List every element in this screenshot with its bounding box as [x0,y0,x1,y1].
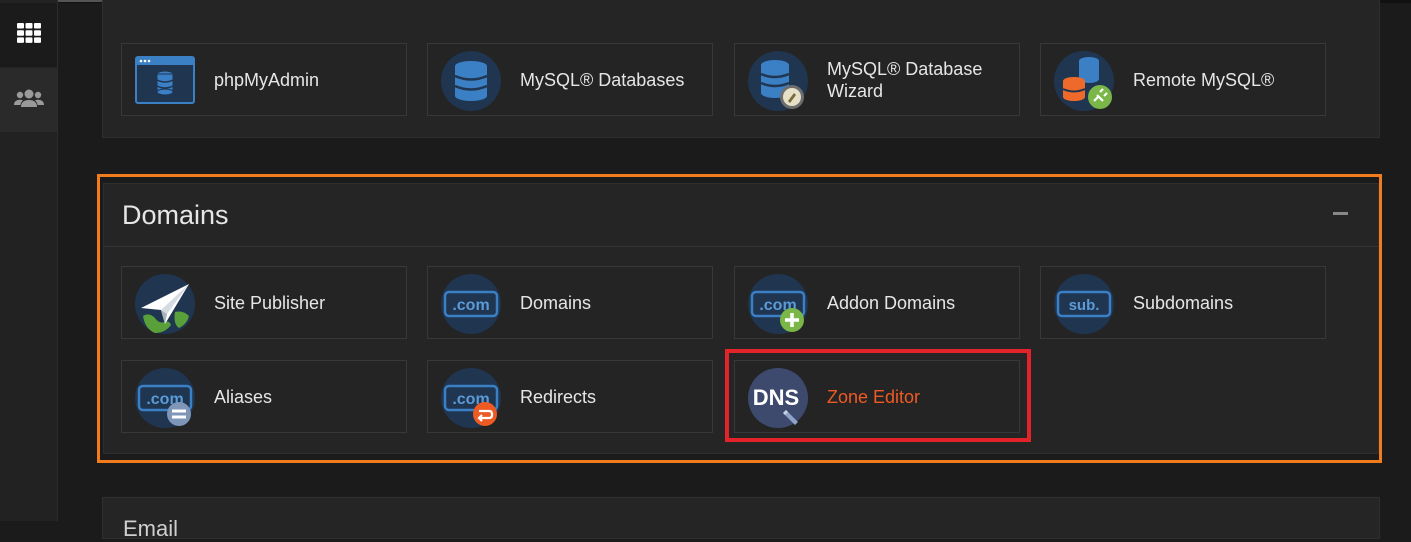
sidebar-item-users[interactable] [0,68,57,132]
redirects-icon: .com [441,368,501,428]
tile-label: MySQL® Database Wizard [827,59,983,101]
section-title: Email [123,516,179,541]
site-publisher-icon [135,274,195,334]
domains-header: Domains [104,184,1378,247]
mysql-databases-icon [441,51,501,111]
tile-label: Addon Domains [827,293,956,313]
domains-icon: .com [441,274,501,334]
grid-icon [16,22,41,48]
tile-phpmyadmin[interactable]: phpMyAdmin [121,43,407,116]
tile-remote-mysql[interactable]: Remote MySQL® [1040,43,1326,116]
tile-subdomains[interactable]: sub. Subdomains [1040,266,1326,339]
tile-label: Domains [520,293,592,313]
svg-text:DNS: DNS [753,385,799,410]
section-title: Domains [122,200,229,230]
tile-label: Redirects [520,387,597,407]
users-icon [13,88,44,113]
tile-mysql-database-wizard[interactable]: MySQL® Database Wizard [734,43,1020,116]
svg-text:.com: .com [452,297,489,314]
subdomains-icon: sub. [1054,274,1114,334]
tile-label: Remote MySQL® [1133,70,1275,90]
addon-domains-icon: .com [748,274,808,334]
aliases-icon: .com [135,368,195,428]
email-panel: Email [102,497,1380,541]
svg-text:sub.: sub. [1069,297,1100,314]
tile-label: phpMyAdmin [214,70,320,90]
sidebar-item-tools[interactable] [0,3,57,67]
phpmyadmin-icon [135,51,195,111]
tile-zone-editor[interactable]: DNS Zone Editor [734,360,1020,433]
dns-zone-editor-icon: DNS [748,368,808,428]
tile-addon-domains[interactable]: .com Addon Domains [734,266,1020,339]
tile-site-publisher[interactable]: Site Publisher [121,266,407,339]
collapse-button[interactable] [1333,212,1348,215]
tile-label: Aliases [214,387,273,407]
tile-label: Zone Editor [827,387,921,407]
databases-panel: phpMyAdmin MySQL® Databases MySQL® Datab… [102,0,1380,138]
tile-label: Site Publisher [214,293,326,313]
tile-aliases[interactable]: .com Aliases [121,360,407,433]
domains-panel: Domains Site Publisher .com Domains .com… [103,183,1379,454]
tile-label: MySQL® Databases [520,70,685,90]
tile-mysql-databases[interactable]: MySQL® Databases [427,43,713,116]
remote-mysql-icon [1054,51,1114,111]
tile-domains[interactable]: .com Domains [427,266,713,339]
mysql-wizard-icon [748,51,808,111]
tile-redirects[interactable]: .com Redirects [427,360,713,433]
tile-label: Subdomains [1133,293,1234,313]
sidebar [0,0,58,521]
